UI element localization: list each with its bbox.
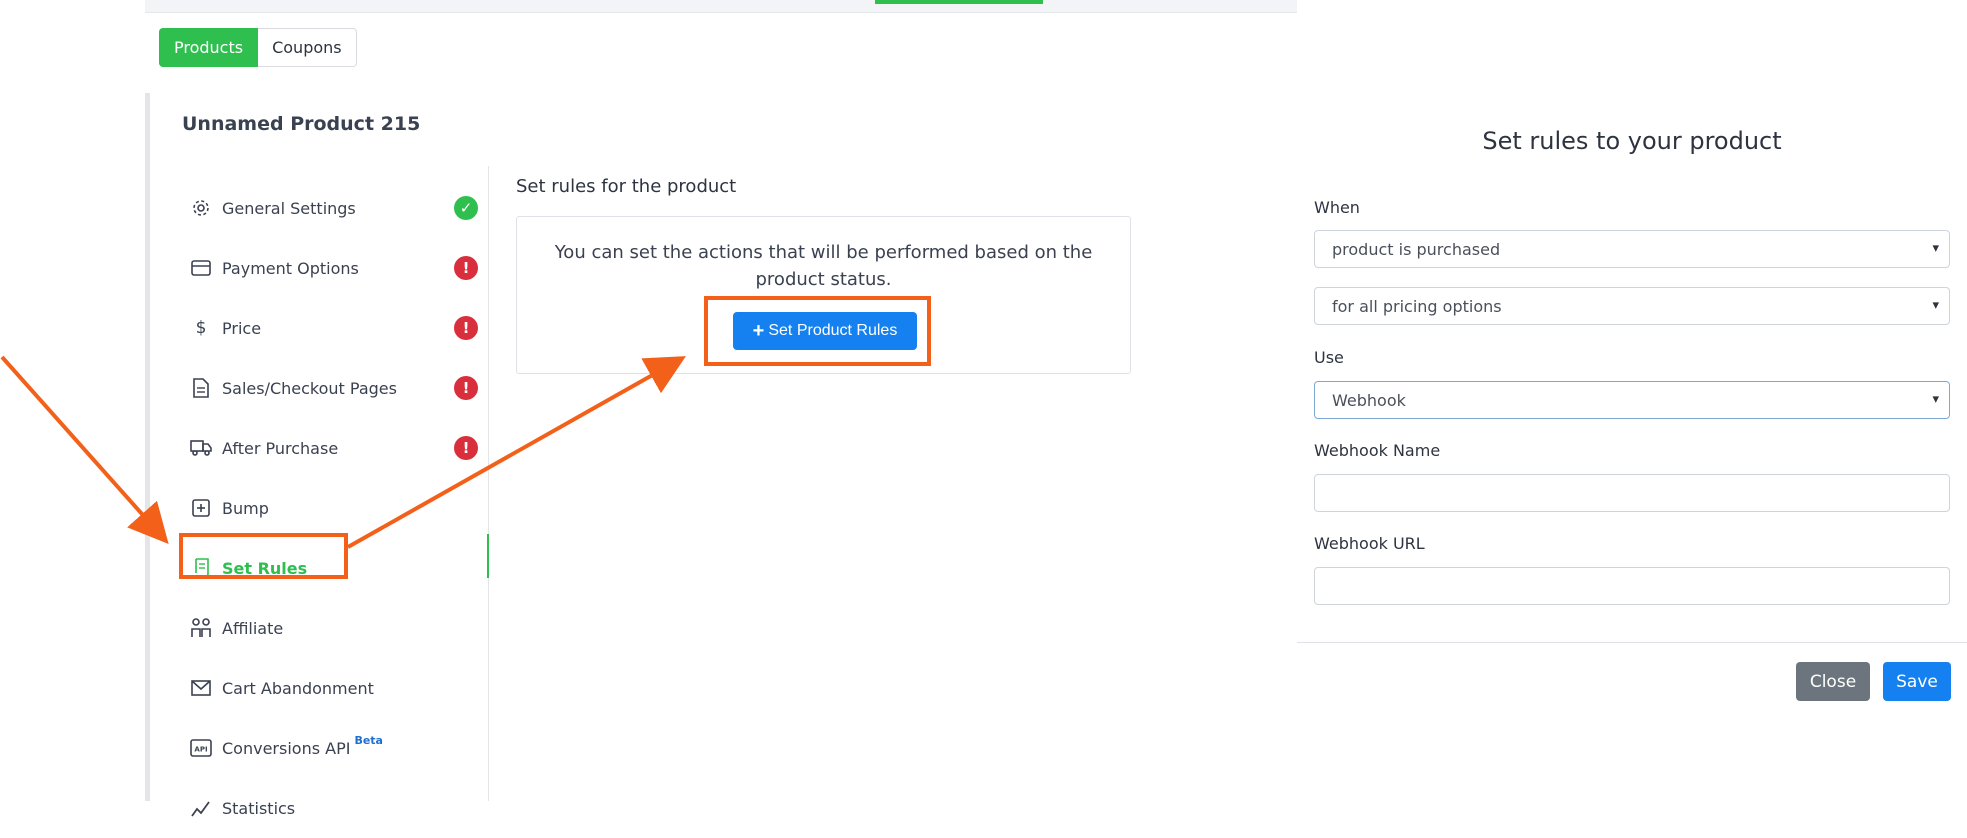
chevron-down-icon: ▾ xyxy=(1932,392,1939,407)
close-button[interactable]: Close xyxy=(1796,662,1870,701)
pricing-option-select[interactable]: for all pricing options ▾ xyxy=(1314,287,1950,325)
chevron-down-icon: ▾ xyxy=(1932,241,1939,256)
use-select-value: Webhook xyxy=(1332,390,1406,410)
use-label: Use xyxy=(1314,348,1344,367)
modal-title: Set rules to your product xyxy=(1482,127,1782,155)
webhook-url-label: Webhook URL xyxy=(1314,534,1425,553)
nav-item-label: Statistics xyxy=(222,798,296,818)
webhook-name-input[interactable] xyxy=(1314,474,1950,512)
webhook-name-label: Webhook Name xyxy=(1314,441,1441,460)
when-select-value: product is purchased xyxy=(1332,239,1501,259)
annotation-arrow-left xyxy=(0,355,169,544)
use-select[interactable]: Webhook ▾ xyxy=(1314,381,1950,419)
webhook-url-input[interactable] xyxy=(1314,567,1950,605)
save-button[interactable]: Save xyxy=(1883,662,1951,701)
modal-footer-divider xyxy=(1297,642,1967,643)
pricing-option-value: for all pricing options xyxy=(1332,296,1502,316)
when-select[interactable]: product is purchased ▾ xyxy=(1314,230,1950,268)
when-label: When xyxy=(1314,198,1360,217)
annotation-arrow-right xyxy=(347,356,686,549)
chevron-down-icon: ▾ xyxy=(1932,298,1939,313)
